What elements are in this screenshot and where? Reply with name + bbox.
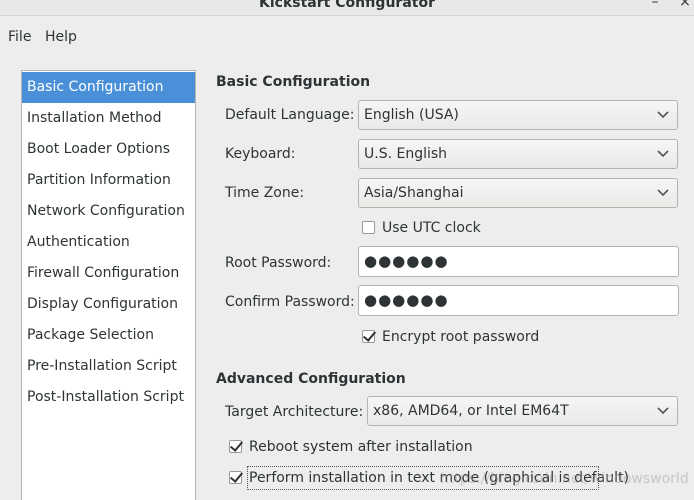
chevron-down-icon <box>657 101 669 129</box>
reboot-label: Reboot system after installation <box>249 439 473 455</box>
target-architecture-value: x86, AMD64, or Intel EM64T <box>373 403 569 419</box>
encrypt-password-label: Encrypt root password <box>382 329 540 345</box>
default-language-label: Default Language: <box>225 107 355 123</box>
sidebar-item-boot-loader-options[interactable]: Boot Loader Options <box>22 134 195 165</box>
timezone-value: Asia/Shanghai <box>364 185 464 201</box>
utc-clock-label: Use UTC clock <box>382 220 481 236</box>
root-password-label: Root Password: <box>225 255 332 271</box>
keyboard-value: U.S. English <box>364 146 448 162</box>
sidebar-item-basic-configuration[interactable]: Basic Configuration <box>22 72 195 103</box>
text-mode-checkbox[interactable] <box>229 471 242 484</box>
sidebar-item-partition-information[interactable]: Partition Information <box>22 165 195 196</box>
chevron-down-icon <box>657 179 669 207</box>
keyboard-label: Keyboard: <box>225 146 296 162</box>
chevron-down-icon <box>657 397 669 425</box>
default-language-select[interactable]: English (USA) <box>358 100 678 130</box>
menu-help[interactable]: Help <box>45 26 77 48</box>
sidebar-item-firewall-configuration[interactable]: Firewall Configuration <box>22 258 195 289</box>
sidebar-item-installation-method[interactable]: Installation Method <box>22 103 195 134</box>
sidebar-item-package-selection[interactable]: Package Selection <box>22 320 195 351</box>
target-architecture-select[interactable]: x86, AMD64, or Intel EM64T <box>367 396 678 426</box>
confirm-password-field[interactable]: ●●●●●● <box>358 285 679 316</box>
sidebar-item-display-configuration[interactable]: Display Configuration <box>22 289 195 320</box>
minimize-icon[interactable]: – <box>644 0 666 10</box>
kickstart-window: Kickstart Configurator – × File Help Bas… <box>0 0 694 500</box>
keyboard-select[interactable]: U.S. English <box>358 139 678 169</box>
default-language-value: English (USA) <box>364 107 459 123</box>
encrypt-password-checkbox[interactable] <box>362 330 375 343</box>
utc-clock-checkbox[interactable] <box>362 221 375 234</box>
timezone-select[interactable]: Asia/Shanghai <box>358 178 678 208</box>
watermark: https://blog.csdn.net/windowsworld <box>440 471 689 487</box>
advanced-configuration-heading: Advanced Configuration <box>216 371 406 387</box>
basic-configuration-heading: Basic Configuration <box>216 74 371 90</box>
title-bar: Kickstart Configurator – × <box>0 0 694 16</box>
reboot-checkbox[interactable] <box>229 440 242 453</box>
root-password-field[interactable]: ●●●●●● <box>358 246 679 277</box>
confirm-password-label: Confirm Password: <box>225 294 355 310</box>
sidebar-item-post-installation-script[interactable]: Post-Installation Script <box>22 382 195 413</box>
sidebar: Basic Configuration Installation Method … <box>21 70 196 500</box>
timezone-label: Time Zone: <box>225 185 305 201</box>
sidebar-item-authentication[interactable]: Authentication <box>22 227 195 258</box>
window-title: Kickstart Configurator <box>259 0 435 11</box>
sidebar-item-pre-installation-script[interactable]: Pre-Installation Script <box>22 351 195 382</box>
close-icon[interactable]: × <box>674 0 694 10</box>
menu-file[interactable]: File <box>8 26 31 48</box>
chevron-down-icon <box>657 140 669 168</box>
sidebar-item-network-configuration[interactable]: Network Configuration <box>22 196 195 227</box>
target-architecture-label: Target Architecture: <box>225 404 364 420</box>
